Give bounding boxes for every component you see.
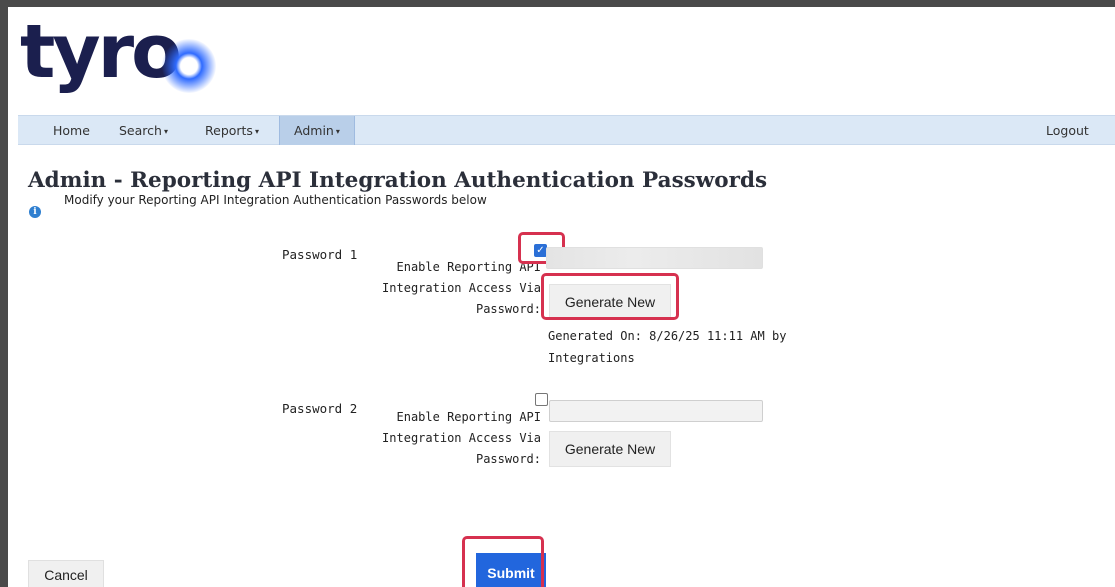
password2-enable-line1: Enable Reporting API xyxy=(396,410,542,424)
password2-enable-checkbox[interactable] xyxy=(535,393,548,406)
password1-generated-line2: Integrations xyxy=(548,351,635,365)
password1-enable-line2: Integration Access Via xyxy=(382,281,541,295)
password1-generate-button[interactable]: Generate New xyxy=(549,284,671,320)
page-title: Admin - Reporting API Integration Authen… xyxy=(28,168,768,193)
password2-generate-button[interactable]: Generate New xyxy=(549,431,671,467)
tyro-logo: tyro xyxy=(20,15,220,107)
password2-enable-line3: Password: xyxy=(475,452,541,466)
nav-admin-label: Admin xyxy=(294,123,334,138)
password1-generated-line1: Generated On: 8/26/25 11:11 AM by xyxy=(548,329,787,343)
submit-button[interactable]: Submit xyxy=(476,553,546,587)
nav-search[interactable]: Search ▾ xyxy=(119,116,168,145)
logo-burst-icon xyxy=(162,39,216,93)
password1-enable-line1: Enable Reporting API xyxy=(396,260,542,274)
nav-admin[interactable]: Admin ▾ xyxy=(279,116,355,145)
password1-enable-line3: Password: xyxy=(475,302,541,316)
password1-label: Password 1 xyxy=(282,247,358,262)
main-navbar: Home Search ▾ Reports ▾ Admin ▾ Logout xyxy=(18,115,1115,145)
chevron-down-icon: ▾ xyxy=(254,127,259,136)
nav-home-label: Home xyxy=(53,123,90,138)
page-subtitle: Modify your Reporting API Integration Au… xyxy=(64,193,487,207)
password2-label: Password 2 xyxy=(282,401,358,416)
password2-field[interactable] xyxy=(549,400,763,422)
password1-generated-info: Generated On: 8/26/25 11:11 AM by Integr… xyxy=(548,325,786,369)
password2-enable-line2: Integration Access Via xyxy=(382,431,541,445)
info-icon: i xyxy=(29,206,41,218)
cancel-button[interactable]: Cancel xyxy=(28,560,104,587)
password2-enable-label: Enable Reporting API Integration Access … xyxy=(382,407,541,470)
chevron-down-icon: ▾ xyxy=(163,127,168,136)
nav-search-label: Search xyxy=(119,123,162,138)
nav-logout-label: Logout xyxy=(1046,123,1089,138)
chevron-down-icon: ▾ xyxy=(335,127,340,136)
nav-logout[interactable]: Logout xyxy=(1046,116,1089,145)
nav-reports-label: Reports xyxy=(205,123,253,138)
password1-field[interactable] xyxy=(546,247,763,269)
password1-enable-label: Enable Reporting API Integration Access … xyxy=(382,257,541,320)
nav-reports[interactable]: Reports ▾ xyxy=(205,116,259,145)
nav-home[interactable]: Home xyxy=(53,116,90,145)
logo-wordmark: tyro xyxy=(20,9,182,95)
app-window: tyro Home Search ▾ Reports ▾ Admin ▾ Logout… xyxy=(0,0,1115,587)
